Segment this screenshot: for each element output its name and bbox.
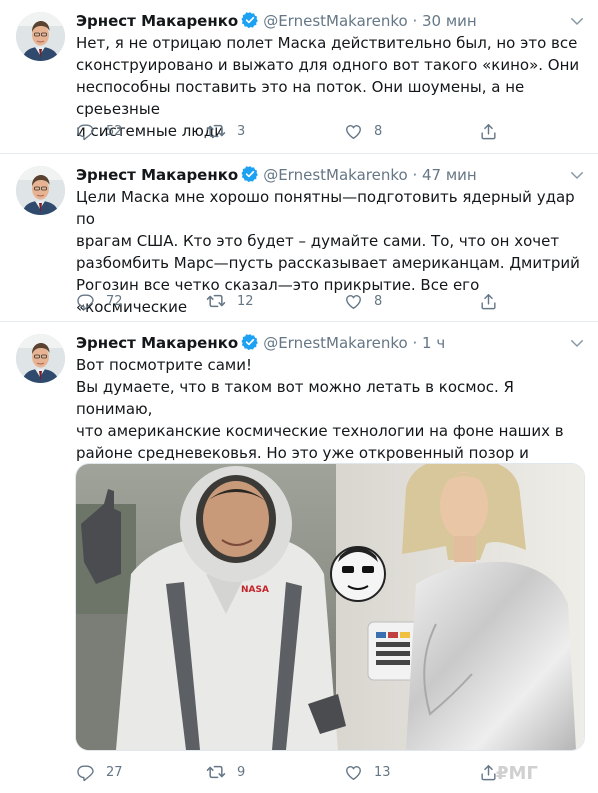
tweet[interactable]: Эрнест Макаренко @ErnestMakarenko · 47 ми…	[0, 154, 598, 338]
verified-badge-icon	[241, 165, 259, 183]
timestamp[interactable]: 47 мин	[422, 166, 477, 184]
reply-icon	[76, 122, 95, 141]
reply-button[interactable]: 27	[76, 762, 123, 782]
reply-count: 27	[106, 764, 123, 780]
timestamp[interactable]: 30 мин	[422, 12, 477, 30]
nasa-logo: NASA	[241, 585, 269, 595]
watermark-logo: ₽МГ	[496, 763, 538, 784]
reply-count: 52	[106, 123, 123, 139]
retweet-button[interactable]: 3	[206, 121, 245, 141]
tweet-actions: 72 12 8	[76, 291, 516, 311]
tweet[interactable]: Эрнест Макаренко @ErnestMakarenko · 30 ми…	[0, 0, 598, 154]
like-count: 8	[374, 293, 383, 309]
share-icon	[479, 122, 498, 141]
avatar[interactable]	[16, 12, 65, 61]
author-name[interactable]: Эрнест Макаренко	[76, 166, 238, 184]
reply-icon	[76, 763, 95, 782]
chevron-down-icon[interactable]	[568, 12, 586, 30]
like-button[interactable]: 8	[344, 291, 382, 311]
retweet-icon	[206, 291, 226, 311]
retweet-icon	[206, 121, 226, 141]
chevron-down-icon[interactable]	[568, 166, 586, 184]
reply-button[interactable]: 72	[76, 291, 123, 311]
tweet-header: Эрнест Макаренко @ErnestMakarenko · 47 ми…	[76, 165, 558, 185]
heart-icon	[344, 763, 363, 782]
timestamp[interactable]: 1 ч	[422, 334, 445, 352]
author-name[interactable]: Эрнест Макаренко	[76, 12, 238, 30]
author-handle[interactable]: @ErnestMakarenko	[263, 334, 407, 352]
reply-count: 72	[106, 293, 123, 309]
tweet-actions: 52 3 8	[76, 121, 516, 141]
separator-dot: ·	[412, 166, 418, 184]
share-icon	[479, 292, 498, 311]
share-button[interactable]	[479, 291, 509, 311]
like-button[interactable]: 8	[344, 121, 382, 141]
reply-button[interactable]: 52	[76, 121, 123, 141]
reply-icon	[76, 292, 95, 311]
share-button[interactable]	[479, 121, 509, 141]
like-button[interactable]: 13	[344, 762, 391, 782]
author-name[interactable]: Эрнест Макаренко	[76, 334, 238, 352]
retweet-icon	[206, 762, 226, 782]
heart-icon	[344, 122, 363, 141]
tweet-media-image[interactable]: NASA	[75, 463, 585, 751]
retweet-count: 3	[237, 123, 246, 139]
tweet-header: Эрнест Макаренко @ErnestMakarenko · 1 ч	[76, 333, 558, 353]
tweet-header: Эрнест Макаренко @ErnestMakarenko · 30 ми…	[76, 11, 558, 31]
like-count: 8	[374, 123, 383, 139]
retweet-button[interactable]: 12	[206, 291, 254, 311]
avatar[interactable]	[16, 334, 65, 383]
retweet-button[interactable]: 9	[206, 762, 245, 782]
verified-badge-icon	[241, 333, 259, 351]
tweet-text: Цели Маска мне хорошо понятны—подготовит…	[76, 188, 580, 338]
retweet-count: 9	[237, 764, 246, 780]
avatar[interactable]	[16, 166, 65, 215]
photo: NASA	[76, 464, 584, 750]
heart-icon	[344, 292, 363, 311]
author-handle[interactable]: @ErnestMakarenko	[263, 166, 407, 184]
author-handle[interactable]: @ErnestMakarenko	[263, 12, 407, 30]
tweet-actions: 27 9 13	[76, 762, 516, 782]
retweet-count: 12	[237, 293, 254, 309]
verified-badge-icon	[241, 11, 259, 29]
separator-dot: ·	[412, 334, 418, 352]
like-count: 13	[374, 764, 391, 780]
separator-dot: ·	[412, 12, 418, 30]
chevron-down-icon[interactable]	[568, 334, 586, 352]
